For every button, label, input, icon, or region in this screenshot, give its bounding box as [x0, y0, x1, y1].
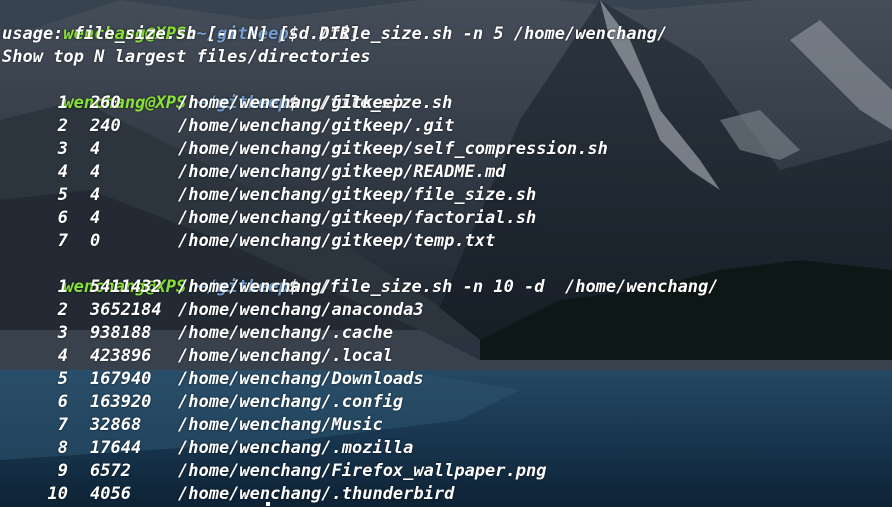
result-row: 2 3652184/home/wenchang/anaconda3: [2, 299, 719, 322]
prompt-line: wenchang@XPS:~/gitkeep$ ./file_size.sh -…: [2, 253, 718, 297]
result-size: 32868: [90, 415, 142, 435]
usage-description: Show top N largest files/directories: [2, 47, 371, 67]
result-path: /home/wenchang/Music: [178, 415, 383, 435]
result-size: 3652184: [90, 300, 162, 320]
result-path: /home/wenchang/: [178, 277, 332, 297]
result-index: 6: [57, 208, 68, 228]
result-index: 1: [57, 93, 68, 113]
result-row: 8 17644/home/wenchang/.mozilla: [2, 437, 719, 460]
result-path: /home/wenchang/gitkeep/.git: [178, 116, 455, 136]
result-row: 5 4/home/wenchang/gitkeep/file_size.sh: [2, 184, 719, 207]
result-index: 6: [57, 392, 68, 412]
result-row: 5 167940/home/wenchang/Downloads: [2, 368, 719, 391]
result-row: 9 6572/home/wenchang/Firefox_wallpaper.pn…: [2, 460, 719, 483]
result-size: 163920: [90, 392, 152, 412]
result-row: 7 32868/home/wenchang/Music: [2, 414, 719, 437]
result-index: 10: [47, 484, 68, 504]
result-index: 2: [57, 300, 68, 320]
result-path: /home/wenchang/gitkeep/self_compression.…: [178, 139, 608, 159]
result-index: 5: [57, 369, 68, 389]
result-index: 7: [57, 415, 68, 435]
result-path: /home/wenchang/.local: [178, 346, 393, 366]
result-size: 4: [90, 139, 101, 159]
result-row: 3 4/home/wenchang/gitkeep/self_compressio…: [2, 138, 719, 161]
result-row: 6 163920/home/wenchang/.config: [2, 391, 719, 414]
result-path: /home/wenchang/anaconda3: [178, 300, 424, 320]
result-path: /home/wenchang/gitkeep/file_size.sh: [178, 185, 537, 205]
result-size: 0: [90, 231, 101, 251]
terminal-window[interactable]: wenchang@XPS:~/gitkeep$ ./file_size.sh -…: [0, 0, 892, 507]
terminal-output[interactable]: wenchang@XPS:~/gitkeep$ ./file_size.sh -…: [2, 0, 719, 506]
result-index: 8: [57, 438, 68, 458]
result-size: 938188: [90, 323, 152, 343]
result-index: 3: [57, 323, 68, 343]
result-path: /home/wenchang/gitkeep/factorial.sh: [178, 208, 537, 228]
result-row: 7 0/home/wenchang/gitkeep/temp.txt: [2, 230, 719, 253]
result-path: /home/wenchang/.config: [178, 392, 404, 412]
result-index: 3: [57, 139, 68, 159]
result-size: 260: [90, 93, 121, 113]
result-row: 4 423896/home/wenchang/.local: [2, 345, 719, 368]
result-path: /home/wenchang/.mozilla: [178, 438, 414, 458]
result-row: 2 240/home/wenchang/gitkeep/.git: [2, 115, 719, 138]
result-size: 17644: [90, 438, 142, 458]
result-size: 167940: [90, 369, 152, 389]
result-path: /home/wenchang/Downloads: [178, 369, 424, 389]
result-size: 240: [90, 116, 121, 136]
command-text: ./file_size.sh -n 10 -d /home/wenchang/: [298, 277, 719, 297]
result-size: 4056: [90, 484, 131, 504]
result-path: /home/wenchang/.thunderbird: [178, 484, 455, 504]
result-path: /home/wenchang/.cache: [178, 323, 393, 343]
result-row: 1 260/home/wenchang/gitkeep: [2, 92, 719, 115]
result-size: 423896: [90, 346, 152, 366]
result-row: 6 4/home/wenchang/gitkeep/factorial.sh: [2, 207, 719, 230]
result-row: 10 4056/home/wenchang/.thunderbird: [2, 483, 719, 506]
result-path: /home/wenchang/gitkeep/README.md: [178, 162, 506, 182]
result-index: 4: [57, 162, 68, 182]
result-size: 4: [90, 162, 101, 182]
result-size: 4: [90, 185, 101, 205]
result-size: 4: [90, 208, 101, 228]
result-index: 1: [57, 277, 68, 297]
result-row: 3 938188/home/wenchang/.cache: [2, 322, 719, 345]
result-row: 4 4/home/wenchang/gitkeep/README.md: [2, 161, 719, 184]
result-path: /home/wenchang/gitkeep: [178, 93, 404, 113]
result-index: 9: [57, 461, 68, 481]
result-index: 5: [57, 185, 68, 205]
prompt-line: wenchang@XPS:~/gitkeep$ ./file_size.sh -…: [2, 0, 719, 44]
result-index: 2: [57, 116, 68, 136]
result-index: 7: [57, 231, 68, 251]
result-path: /home/wenchang/Firefox_wallpaper.png: [178, 461, 547, 481]
terminal-cursor-icon: [266, 502, 270, 506]
prompt-line: wenchang@XPS:~/gitkeep$ ./file_size.sh: [2, 69, 719, 113]
result-index: 4: [57, 346, 68, 366]
result-path: /home/wenchang/gitkeep/temp.txt: [178, 231, 496, 251]
result-size: 5411432: [90, 277, 162, 297]
result-size: 6572: [90, 461, 131, 481]
